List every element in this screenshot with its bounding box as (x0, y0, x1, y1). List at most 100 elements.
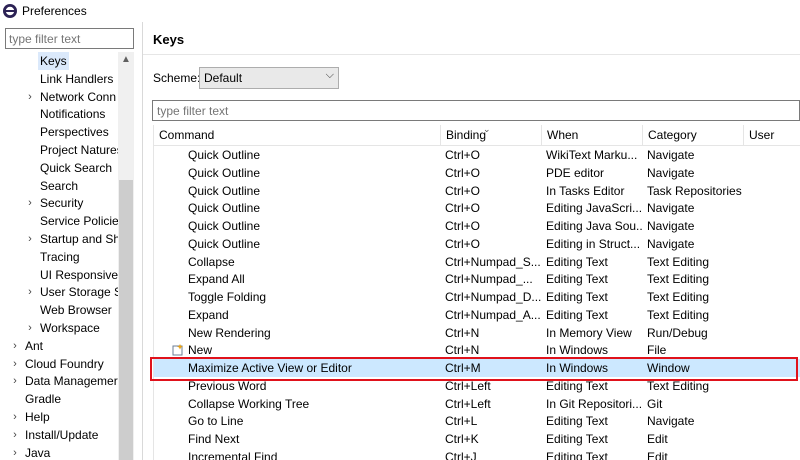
tree-item[interactable]: › Security (25, 194, 118, 212)
tree-item[interactable]: Notifications (25, 105, 118, 123)
expand-arrow-icon[interactable]: › (10, 355, 20, 373)
tree-item[interactable]: Search (25, 177, 118, 195)
tree-item[interactable]: › Startup and Sh (25, 230, 118, 248)
tree-item[interactable]: Project Natures (25, 141, 118, 159)
category-cell: Navigate (647, 165, 695, 180)
tree-item[interactable]: Keys (25, 52, 118, 70)
scrollbar-thumb[interactable] (119, 180, 133, 460)
tree-item-label: UI Responsiven (40, 267, 118, 282)
tree-item[interactable]: Web Browser (25, 301, 118, 319)
scheme-value: Default (204, 71, 243, 85)
table-row[interactable]: Quick Outline Ctrl+O In Tasks Editor Task R… (154, 182, 800, 200)
tree-item-label: Install/Update (25, 427, 99, 442)
table-row[interactable]: Collapse Ctrl+Numpad_S... Editing Text Text… (154, 253, 800, 271)
scheme-dropdown[interactable]: Default ⌵ (199, 67, 339, 89)
when-cell: WikiText Marku... (546, 148, 638, 162)
tree-item-label: Ant (25, 338, 44, 353)
keys-page: Keys Scheme: Default ⌵ Command Binding ⌄… (143, 22, 800, 460)
category-cell: Git (647, 396, 663, 411)
when-cell: Editing Text (546, 378, 608, 393)
table-row[interactable]: Quick Outline Ctrl+O Editing JavaScri... Na… (154, 199, 800, 217)
column-header-binding[interactable]: Binding ⌄ (441, 125, 542, 146)
table-row[interactable]: Previous Word Ctrl+Left Editing Text Text E… (154, 377, 800, 395)
expand-arrow-icon[interactable]: › (10, 408, 20, 426)
new-wizard-icon (172, 344, 183, 356)
column-header-category[interactable]: Category (643, 125, 744, 146)
category-cell: Text Editing (647, 378, 710, 393)
category-cell: Text Editing (647, 290, 710, 304)
when-cell: In Windows (546, 361, 609, 375)
when-cell: Editing Text (546, 307, 608, 322)
table-row[interactable]: Collapse Working Tree Ctrl+Left In Git Rep… (154, 395, 800, 413)
tree-item[interactable]: › Help (10, 408, 118, 426)
category-cell: Navigate (647, 201, 695, 216)
binding-cell: Ctrl+Left (445, 378, 491, 393)
tree-item[interactable]: › Network Conn (25, 88, 118, 106)
tree-item-label: Quick Search (40, 160, 113, 175)
tree-item[interactable]: Perspectives (25, 123, 118, 141)
expand-arrow-icon[interactable]: › (25, 88, 35, 106)
tree-scrollbar[interactable]: ▲ (118, 52, 134, 460)
table-header: Command Binding ⌄ When Category User (154, 125, 800, 146)
table-row[interactable]: Expand Ctrl+Numpad_A... Editing Text Text E… (154, 306, 800, 324)
column-header-when[interactable]: When (542, 125, 643, 146)
column-header-command[interactable]: Command (154, 125, 441, 146)
table-row[interactable]: New Ctrl+N In Windows File (154, 341, 800, 359)
command-cell: Incremental Find (188, 449, 278, 460)
table-row[interactable]: Quick Outline Ctrl+O Editing in Struct... N… (154, 235, 800, 253)
tree-item[interactable]: › Cloud Foundry (10, 355, 118, 373)
tree-filter-input[interactable] (5, 28, 134, 49)
tree-item[interactable]: Gradle (10, 390, 118, 408)
command-cell: Quick Outline (188, 183, 261, 198)
tree-item-label: Web Browser (40, 303, 112, 318)
expand-arrow-icon[interactable]: › (10, 372, 20, 390)
command-filter-input[interactable] (152, 100, 800, 121)
table-row[interactable]: Maximize Active View or Editor Ctrl+M In W… (154, 359, 800, 377)
tree-item[interactable]: › User Storage S (25, 283, 118, 301)
tree-item[interactable]: › Data Managemer (10, 372, 118, 390)
tree-item[interactable]: › Ant (10, 337, 118, 355)
scroll-up-icon[interactable]: ▲ (118, 52, 134, 68)
table-row[interactable]: Toggle Folding Ctrl+Numpad_D... Editing Te… (154, 288, 800, 306)
when-cell: Editing Java Sou... (546, 219, 642, 233)
table-row[interactable]: Quick Outline Ctrl+O Editing Java Sou... Na… (154, 217, 800, 235)
binding-cell: Ctrl+Left (445, 396, 491, 411)
command-cell: New (188, 343, 213, 358)
category-cell: Edit (647, 432, 668, 446)
command-cell: Quick Outline (188, 219, 261, 233)
expand-arrow-icon[interactable]: › (25, 230, 35, 248)
tree-item[interactable]: › Install/Update (10, 426, 118, 444)
tree-item[interactable]: UI Responsiven (25, 266, 118, 284)
tree-item[interactable]: Link Handlers (25, 70, 118, 88)
chevron-down-icon: ⌵ (325, 69, 334, 81)
table-row[interactable]: Quick Outline Ctrl+O PDE editor Navigate (154, 164, 800, 182)
binding-cell: Ctrl+O (445, 165, 481, 180)
tree-item[interactable]: Service Policies (25, 212, 118, 230)
tree-item[interactable]: Tracing (25, 248, 118, 266)
binding-cell: Ctrl+Numpad_... (445, 272, 533, 287)
tree-item[interactable]: › Java (10, 444, 118, 460)
column-header-user[interactable]: User (744, 125, 800, 146)
expand-arrow-icon[interactable]: › (10, 426, 20, 444)
when-cell: Editing Text (546, 432, 608, 446)
command-cell: Quick Outline (188, 236, 261, 251)
when-cell: Editing Text (546, 272, 608, 287)
window-title: Preferences (22, 4, 87, 18)
table-row[interactable]: Quick Outline Ctrl+O WikiText Marku... Navi… (154, 146, 800, 164)
tree-item[interactable]: › Workspace (25, 319, 118, 337)
expand-arrow-icon[interactable]: › (10, 444, 20, 460)
table-row[interactable]: Find Next Ctrl+K Editing Text Edit (154, 430, 800, 448)
binding-cell: Ctrl+Numpad_D... (445, 290, 542, 304)
table-row[interactable]: Incremental Find Ctrl+J Editing Text Edit (154, 448, 800, 460)
expand-arrow-icon[interactable]: › (10, 337, 20, 355)
table-row[interactable]: New Rendering Ctrl+N In Memory View Run/Deb… (154, 324, 800, 342)
tree-item-label: Security (40, 196, 84, 211)
table-row[interactable]: Expand All Ctrl+Numpad_... Editing Text Tex… (154, 270, 800, 288)
expand-arrow-icon[interactable]: › (25, 319, 35, 337)
expand-arrow-icon[interactable]: › (25, 283, 35, 301)
tree-item[interactable]: Quick Search (25, 159, 118, 177)
tree-item-label: Service Policies (40, 214, 118, 229)
table-row[interactable]: Go to Line Ctrl+L Editing Text Navigate (154, 412, 800, 430)
binding-cell: Ctrl+Numpad_S... (445, 254, 541, 269)
expand-arrow-icon[interactable]: › (25, 194, 35, 212)
